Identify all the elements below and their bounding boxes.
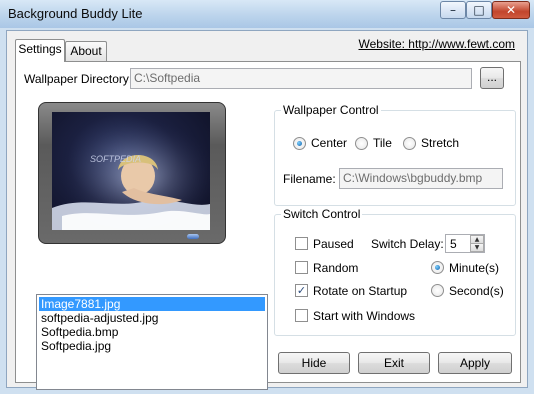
minutes-radio[interactable] [431,261,444,274]
maximize-icon: □ [473,3,485,17]
spinner-down-icon[interactable]: ▼ [470,243,484,252]
random-checkbox[interactable] [295,261,308,274]
wallpaper-control-title: Wallpaper Control [281,103,381,117]
start-with-windows-label: Start with Windows [313,309,416,323]
filename-label: Filename: [283,172,336,186]
switch-control-title: Switch Control [281,207,363,221]
browse-button[interactable]: ... [480,67,504,89]
tab-settings[interactable]: Settings [15,39,65,62]
apply-button[interactable]: Apply [438,352,512,374]
seconds-label: Second(s) [449,284,504,298]
random-label: Random [313,261,359,275]
list-item[interactable]: softpedia-adjusted.jpg [39,311,265,325]
tile-radio[interactable] [355,137,368,150]
filename-field[interactable]: C:\Windows\bgbuddy.bmp [339,168,503,189]
stretch-label: Stretch [421,136,460,150]
close-button[interactable]: ✕ [492,1,530,19]
website-link[interactable]: Website: http://www.fewt.com [359,37,516,51]
wallpaper-preview-image [52,112,210,230]
exit-button[interactable]: Exit [358,352,430,374]
switch-control-group: Switch Control Paused Switch Delay: 5 ▲ … [274,207,516,336]
window-title: Background Buddy Lite [8,6,143,21]
maximize-button[interactable]: □ [466,1,492,19]
settings-tab-page: Wallpaper Directory: C:\Softpedia ... SO… [15,61,521,390]
seconds-radio[interactable] [431,284,444,297]
tile-label: Tile [373,136,392,150]
wallpaper-directory-field[interactable]: C:\Softpedia [130,68,472,89]
center-radio[interactable] [293,137,306,150]
minutes-label: Minute(s) [449,261,500,275]
wallpaper-control-group: Wallpaper Control Center Tile Stretch Fi… [274,103,516,206]
wallpaper-preview-monitor: SOFTPEDIA [38,102,226,244]
switch-delay-label: Switch Delay: [371,237,444,251]
wallpaper-file-list[interactable]: Image7881.jpg softpedia-adjusted.jpg Sof… [36,294,268,390]
wallpaper-preview-screen: SOFTPEDIA [52,112,210,230]
list-item[interactable]: Softpedia.bmp [39,325,265,339]
switch-delay-spinner[interactable]: 5 ▲ ▼ [445,234,485,253]
close-icon: ✕ [505,3,517,17]
paused-label: Paused [313,237,354,251]
rotate-on-startup-label: Rotate on Startup [313,284,408,298]
title-bar[interactable]: Background Buddy Lite – □ ✕ [0,0,534,28]
rotate-on-startup-checkbox[interactable]: ✓ [295,284,308,297]
minimize-icon: – [450,3,456,17]
paused-checkbox[interactable] [295,237,308,250]
wallpaper-directory-label: Wallpaper Directory: [24,72,133,86]
window-client: Settings About Website: http://www.fewt.… [6,30,528,390]
minimize-button[interactable]: – [440,1,466,19]
switch-delay-value: 5 [450,237,457,251]
center-label: Center [311,136,348,150]
hide-button[interactable]: Hide [278,352,350,374]
list-item[interactable]: Image7881.jpg [39,297,265,311]
start-with-windows-checkbox[interactable] [295,309,308,322]
monitor-power-led [187,234,199,239]
stretch-radio[interactable] [403,137,416,150]
tab-about[interactable]: About [65,41,107,61]
list-item[interactable]: Softpedia.jpg [39,339,265,353]
preview-brand-text: SOFTPEDIA [90,154,142,164]
